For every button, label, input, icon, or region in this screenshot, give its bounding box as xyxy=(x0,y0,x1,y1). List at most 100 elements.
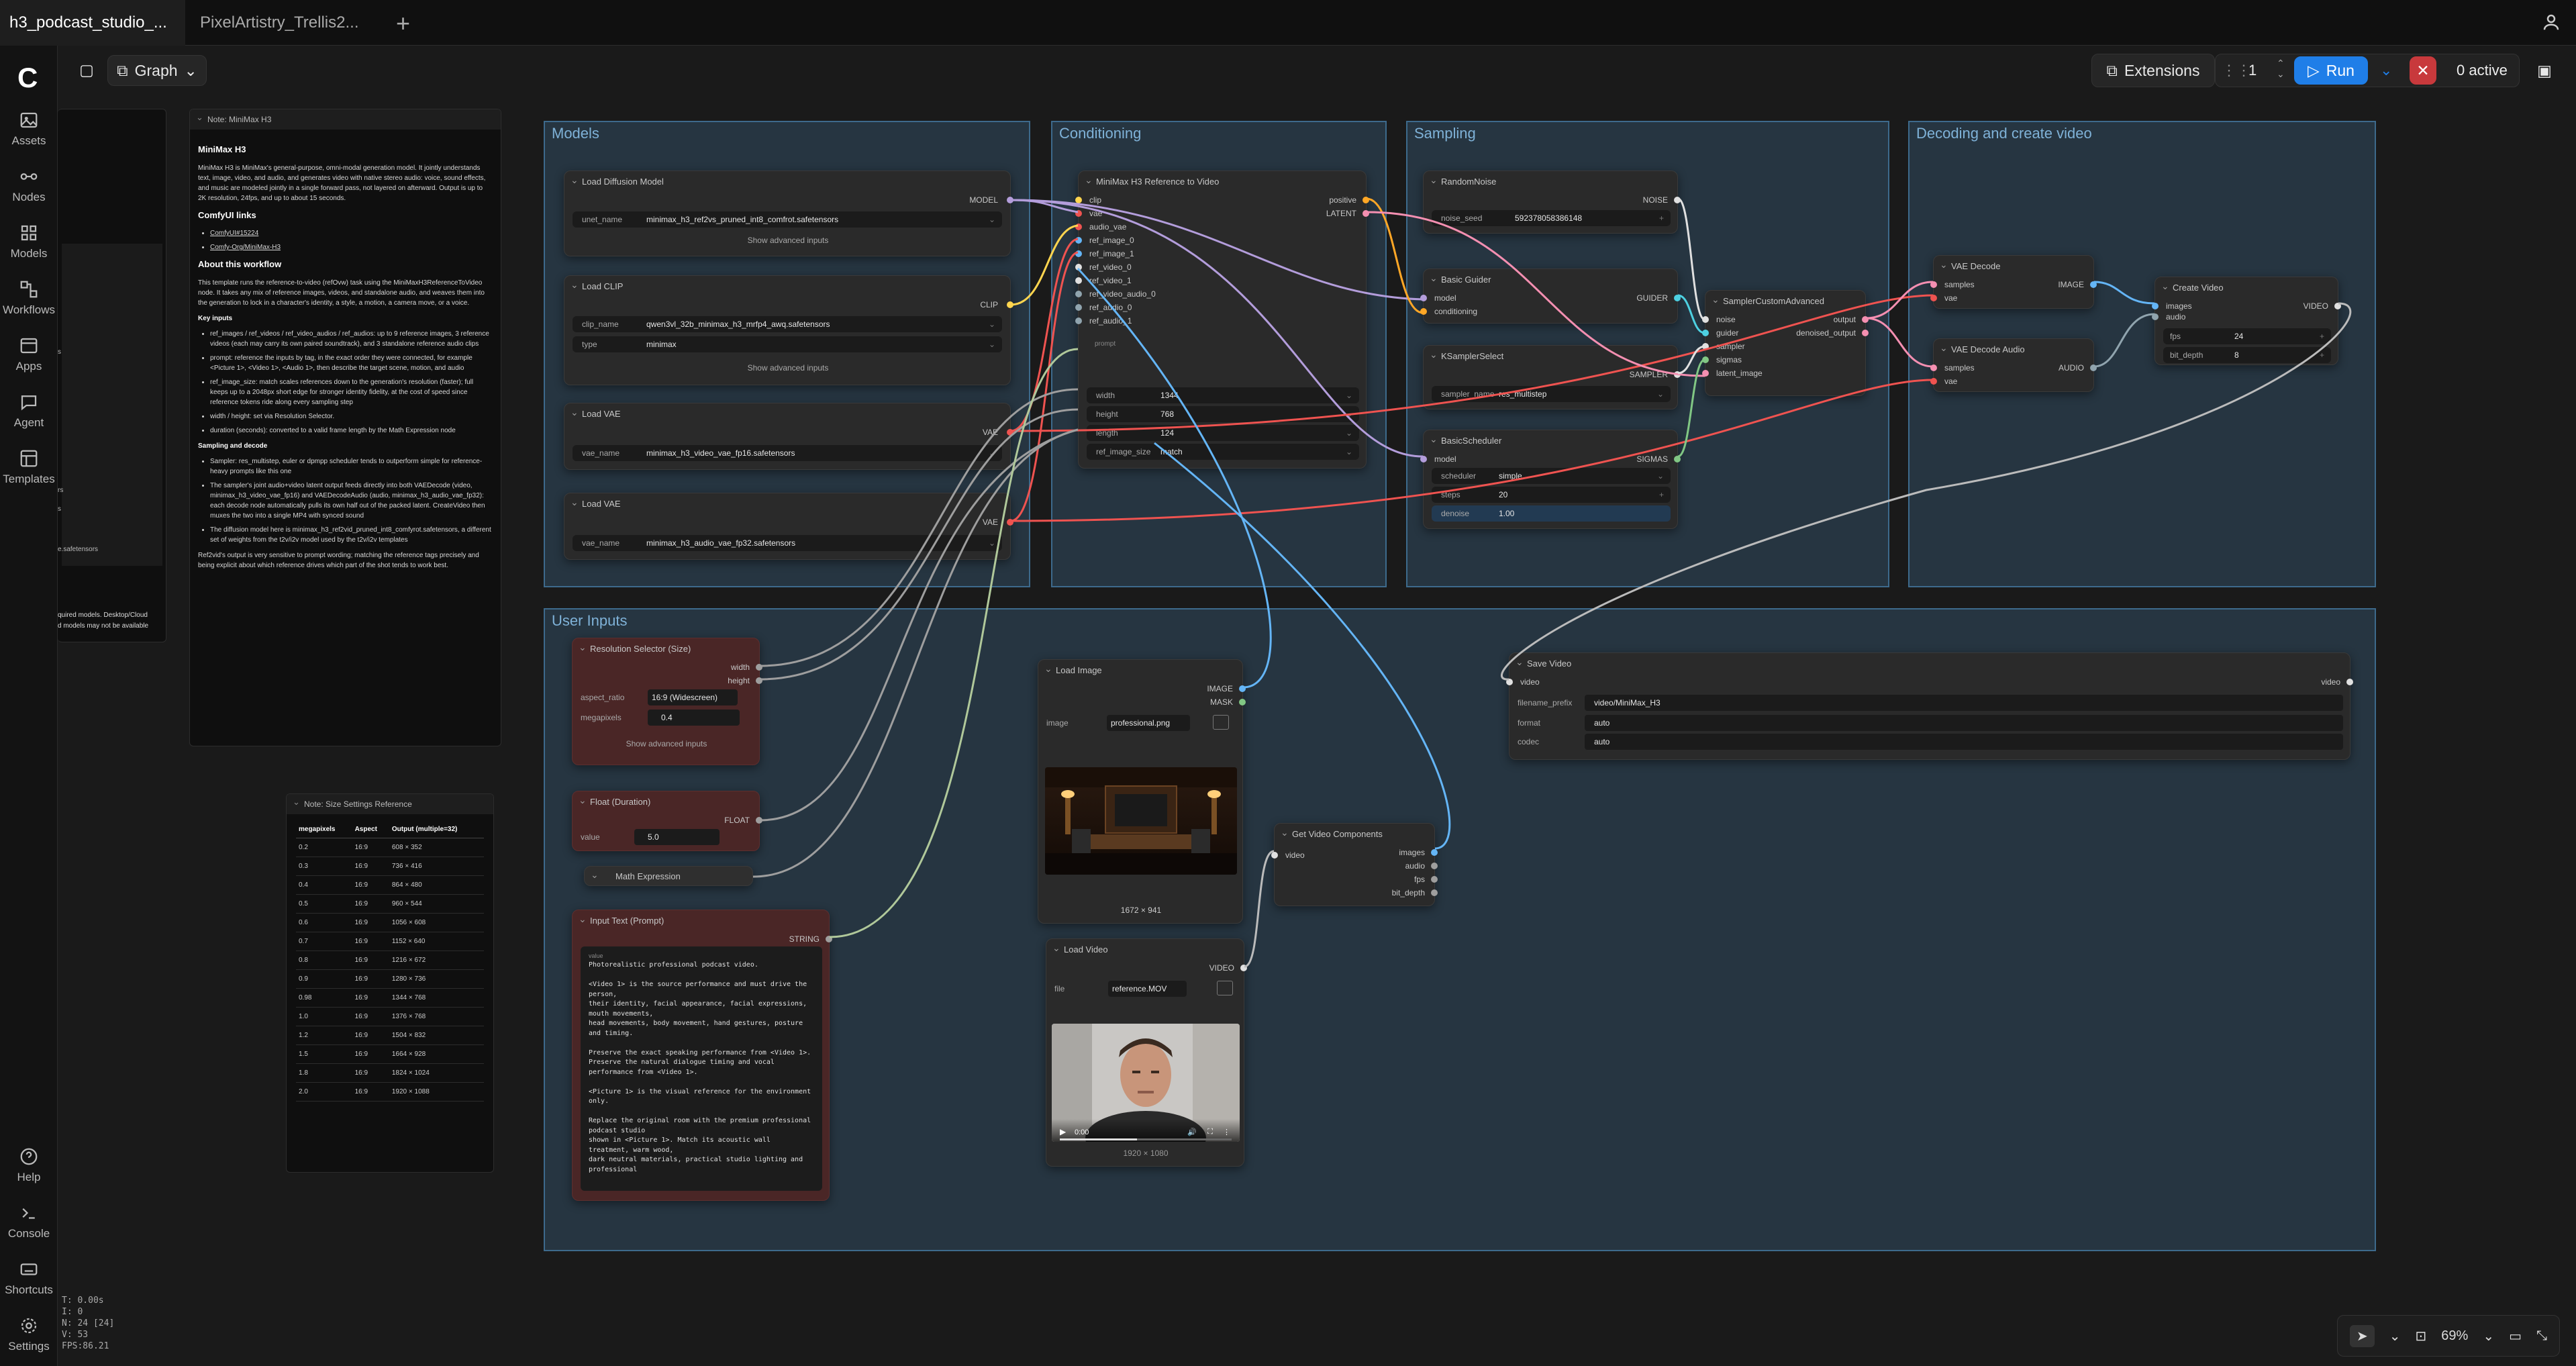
node-sampler-custom-advanced[interactable]: SamplerCustomAdvanced noise guider sampler… xyxy=(1702,289,1869,396)
input-dot[interactable] xyxy=(1702,330,1709,336)
output-dot[interactable] xyxy=(1674,295,1681,301)
noise-seed-input[interactable]: noise_seed 592378058386148 + xyxy=(1432,210,1671,226)
output-dot[interactable] xyxy=(1007,429,1013,436)
video-preview[interactable]: ▶ 0:00 🔊 ⛶ ⋮ xyxy=(1052,1024,1240,1142)
input-dot[interactable] xyxy=(1420,295,1427,301)
input-dot[interactable] xyxy=(1702,356,1709,363)
panel-toggle-icon[interactable]: ▢ xyxy=(75,56,98,83)
sidebar-item-agent[interactable]: Agent xyxy=(0,392,58,430)
output-dot[interactable] xyxy=(1431,876,1438,883)
node-save-video[interactable]: Save Video video video filename_prefixvi… xyxy=(1506,651,2353,760)
graph-mode-dropdown[interactable]: ⧉ Graph ⌄ xyxy=(107,55,207,86)
output-dot[interactable] xyxy=(1240,965,1247,971)
input-dot[interactable] xyxy=(1075,318,1082,324)
show-advanced-button[interactable]: Show advanced inputs xyxy=(564,363,1011,373)
output-dot[interactable] xyxy=(1363,197,1369,203)
input-dot[interactable] xyxy=(1930,295,1937,301)
sidebar-item-settings[interactable]: Settings xyxy=(0,1316,58,1353)
run-button[interactable]: ▷ Run xyxy=(2294,56,2368,85)
input-dot[interactable] xyxy=(2152,313,2159,320)
chevron-down-icon[interactable]: ⌄ xyxy=(2389,1328,2401,1345)
node-random-noise[interactable]: RandomNoise NOISE noise_seed592378058386… xyxy=(1423,169,1681,234)
volume-icon[interactable]: 🔊 xyxy=(1187,1128,1197,1136)
output-dot[interactable] xyxy=(1862,316,1869,323)
unet-name-select[interactable]: unet_name minimax_h3_ref2vs_pruned_int8_c… xyxy=(573,211,1002,228)
more-icon[interactable]: ⋮ xyxy=(1223,1128,1230,1136)
output-dot[interactable] xyxy=(2090,364,2097,371)
chevron-down-icon[interactable]: ⌄ xyxy=(2483,1328,2494,1345)
sidebar-item-assets[interactable]: Assets xyxy=(0,110,58,148)
node-minimax-ref-to-video[interactable]: MiniMax H3 Reference to Video clip vae aud… xyxy=(1075,169,1369,469)
sidebar-item-console[interactable]: Console xyxy=(0,1203,58,1240)
node-load-diffusion-model[interactable]: Load Diffusion Model MODEL unet_namemini… xyxy=(564,169,1013,256)
sidebar-item-templates[interactable]: Templates xyxy=(0,448,58,486)
extensions-button[interactable]: ⧉ Extensions xyxy=(2091,54,2215,87)
input-dot[interactable] xyxy=(1075,237,1082,244)
output-dot[interactable] xyxy=(2090,281,2097,288)
sidebar-item-help[interactable]: Help xyxy=(0,1147,58,1184)
input-dot[interactable] xyxy=(1075,304,1082,311)
output-dot[interactable] xyxy=(1674,197,1681,203)
steps-input[interactable]: steps 20 + xyxy=(1432,487,1671,503)
output-dot[interactable] xyxy=(1007,301,1013,308)
input-dot[interactable] xyxy=(1930,364,1937,371)
comfy-logo-icon[interactable]: C xyxy=(17,64,44,92)
output-dot[interactable] xyxy=(1239,699,1246,705)
input-dot[interactable] xyxy=(1075,277,1082,284)
tab-h3-podcast[interactable]: h3_podcast_studio_... xyxy=(0,0,185,46)
output-dot[interactable] xyxy=(1431,863,1438,869)
node-load-image[interactable]: Load Image IMAGE MASK imageprofessional.… xyxy=(1038,658,1246,924)
right-panel-toggle-icon[interactable]: ▣ xyxy=(2530,56,2559,85)
duration-input[interactable]: value 5.0 xyxy=(581,829,752,845)
sampler-name-select[interactable]: sampler_name res_multistep ⌄ xyxy=(1432,386,1671,402)
node-vae-decode-audio[interactable]: VAE Decode Audio samples vae AUDIO xyxy=(1930,337,2097,392)
note-link[interactable]: Comfy-Org/MiniMax-H3 xyxy=(210,242,493,252)
node-load-vae-video[interactable]: Load VAE VAE vae_nameminimax_h3_video_va… xyxy=(564,401,1013,470)
sidebar-item-shortcuts[interactable]: Shortcuts xyxy=(0,1259,58,1297)
new-tab-icon[interactable]: + xyxy=(396,9,410,38)
prompt-textarea[interactable]: value Photorealistic professional podcast… xyxy=(581,946,822,1191)
node-math-expression[interactable]: Math Expression xyxy=(584,865,753,886)
ref-widget[interactable]: width 1344 ⌄ xyxy=(1087,387,1359,403)
output-dot[interactable] xyxy=(1363,210,1369,217)
output-dot[interactable] xyxy=(1431,889,1438,896)
graph-canvas[interactable]: Models Conditioning Sampling Decoding an… xyxy=(58,46,2576,1366)
queue-count[interactable]: 1 xyxy=(2248,62,2257,79)
input-dot[interactable] xyxy=(1075,224,1082,230)
output-dot[interactable] xyxy=(826,936,832,942)
sidebar-item-workflows[interactable]: Workflows xyxy=(0,279,58,317)
vae-name-select[interactable]: vae_name minimax_h3_video_vae_fp16.safete… xyxy=(573,445,1002,461)
input-dot[interactable] xyxy=(1075,291,1082,297)
sidebar-item-nodes[interactable]: Nodes xyxy=(0,166,58,204)
input-dot[interactable] xyxy=(1702,343,1709,350)
zoom-level[interactable]: 69% xyxy=(2441,1328,2468,1344)
aspect-ratio-select[interactable]: aspect_ratio 16:9 (Widescreen) xyxy=(581,689,752,705)
clip-name-select[interactable]: clip_name qwen3vl_32b_minimax_h3_mrfp4_aw… xyxy=(573,316,1002,332)
ref-widget[interactable]: height 768 ⌄ xyxy=(1087,406,1359,422)
fps-input[interactable]: fps 24 + xyxy=(2163,328,2331,344)
output-dot[interactable] xyxy=(1239,685,1246,692)
node-input-text-prompt[interactable]: Input Text (Prompt) STRING value Photorea… xyxy=(572,908,832,1201)
note-minimax-h3[interactable]: Note: MiniMax H3 MiniMax H3 MiniMax H3 i… xyxy=(189,109,501,746)
output-dot[interactable] xyxy=(756,677,762,684)
note-link[interactable]: ComfyUI#15224 xyxy=(210,228,493,238)
file-select[interactable]: file reference.MOV xyxy=(1054,981,1216,997)
node-vae-decode[interactable]: VAE Decode samples vae IMAGE xyxy=(1930,254,2097,309)
sidebar-item-apps[interactable]: Apps xyxy=(0,336,58,373)
vae-name-select[interactable]: vae_name minimax_h3_audio_vae_fp32.safete… xyxy=(573,535,1002,551)
output-dot[interactable] xyxy=(756,664,762,671)
fullscreen-icon[interactable]: ⛶ xyxy=(1207,1128,1213,1136)
denoise-slider[interactable]: denoise 1.00 xyxy=(1432,505,1671,522)
output-dot[interactable] xyxy=(756,817,762,824)
show-advanced-button[interactable]: Show advanced inputs xyxy=(573,739,760,748)
input-dot[interactable] xyxy=(1930,378,1937,385)
node-create-video[interactable]: Create Video images audio VIDEO fps24+ b… xyxy=(2152,275,2341,365)
tab-pixelartistry[interactable]: PixelArtistry_Trellis2... xyxy=(191,0,379,46)
user-icon[interactable] xyxy=(2541,12,2561,32)
input-dot[interactable] xyxy=(2152,303,2159,309)
input-dot[interactable] xyxy=(1702,316,1709,323)
node-load-vae-audio[interactable]: Load VAE VAE vae_nameminimax_h3_audio_va… xyxy=(564,491,1013,560)
input-dot[interactable] xyxy=(1075,210,1082,217)
node-load-clip[interactable]: Load CLIP CLIP clip_nameqwen3vl_32b_mini… xyxy=(564,274,1013,385)
video-progress-bar[interactable] xyxy=(1060,1138,1232,1140)
